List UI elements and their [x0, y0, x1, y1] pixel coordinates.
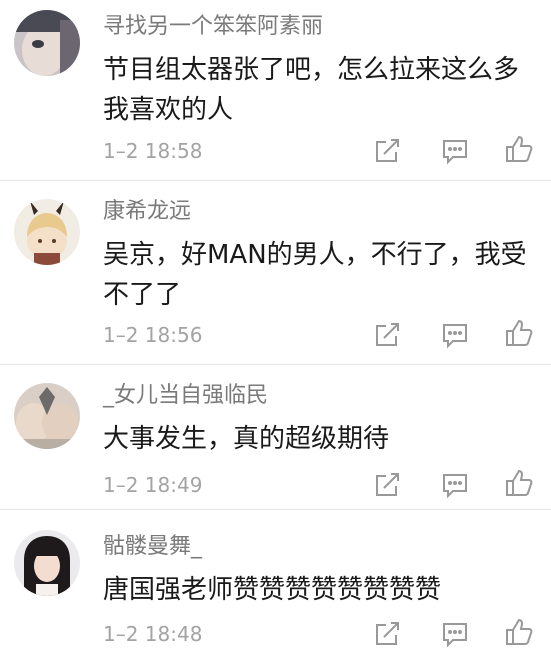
comment-author[interactable]: 康希龙远	[103, 197, 191, 227]
comment-timestamp: 1–2 18:56	[103, 323, 203, 347]
like-icon[interactable]	[504, 134, 534, 164]
share-icon[interactable]	[372, 320, 402, 350]
reply-icon[interactable]	[440, 320, 470, 350]
comment-author[interactable]: _女儿当自强临民	[103, 381, 268, 411]
avatar[interactable]	[14, 383, 80, 449]
comment-text: 唐国强老师赞赞赞赞赞赞赞赞	[103, 570, 533, 610]
comment-author[interactable]: 骷髅曼舞_	[103, 532, 202, 562]
comment-text-line: 我喜欢的人	[103, 95, 234, 125]
avatar[interactable]	[14, 199, 80, 265]
comment-text: 大事发生，真的超级期待	[103, 419, 533, 459]
comment-text-line: 大事发生，真的超级期待	[103, 424, 390, 454]
reply-icon[interactable]	[440, 470, 470, 500]
comment-text-line: 唐国强老师赞赞赞赞赞赞赞赞	[103, 575, 442, 605]
comment-item: 康希龙远 吴京，好MAN的男人，不行了，我受 不了了 1–2 18:56	[0, 181, 551, 365]
like-icon[interactable]	[504, 468, 534, 498]
comment-text-line: 节目组太器张了吧，怎么拉来这么多	[103, 55, 520, 85]
comment-timestamp: 1–2 18:49	[103, 473, 203, 497]
comment-timestamp: 1–2 18:58	[103, 139, 203, 163]
reply-icon[interactable]	[440, 619, 470, 649]
reply-icon[interactable]	[440, 136, 470, 166]
share-icon[interactable]	[372, 619, 402, 649]
comment-item: _女儿当自强临民 大事发生，真的超级期待 1–2 18:49	[0, 365, 551, 510]
avatar[interactable]	[14, 10, 80, 76]
comment-item: 寻找另一个笨笨阿素丽 节目组太器张了吧，怎么拉来这么多 我喜欢的人 1–2 18…	[0, 0, 551, 181]
avatar[interactable]	[14, 530, 80, 596]
comment-item: 骷髅曼舞_ 唐国强老师赞赞赞赞赞赞赞赞 1–2 18:48	[0, 510, 551, 656]
comment-text: 吴京，好MAN的男人，不行了，我受 不了了	[103, 235, 533, 315]
comment-author[interactable]: 寻找另一个笨笨阿素丽	[103, 12, 323, 42]
comment-text-line: 吴京，好MAN的男人，不行了，我受	[103, 240, 527, 270]
share-icon[interactable]	[372, 136, 402, 166]
like-icon[interactable]	[504, 617, 534, 647]
like-icon[interactable]	[504, 318, 534, 348]
share-icon[interactable]	[372, 470, 402, 500]
comment-timestamp: 1–2 18:48	[103, 622, 203, 646]
comment-text-line: 不了了	[103, 280, 182, 310]
comment-text: 节目组太器张了吧，怎么拉来这么多 我喜欢的人	[103, 50, 533, 130]
